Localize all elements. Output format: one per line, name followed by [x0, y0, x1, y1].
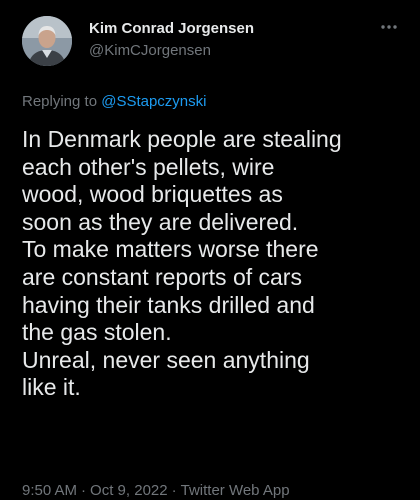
tweet-date[interactable]: Oct 9, 2022 [90, 482, 168, 499]
more-horizontal-icon [381, 25, 397, 29]
tweet-text: In Denmark people are stealing each othe… [22, 126, 412, 402]
tweet-text-line: To make matters worse there [22, 236, 319, 263]
tweet-card: Kim Conrad Jorgensen @KimCJorgensen Repl… [0, 0, 420, 500]
tweet-text-line: soon as they are delivered. [22, 208, 299, 235]
replying-to-label: Replying to [22, 93, 98, 110]
meta-separator: · [171, 482, 177, 499]
avatar-image [22, 16, 72, 66]
avatar[interactable] [22, 16, 72, 66]
tweet-time[interactable]: 9:50 AM [22, 482, 77, 499]
more-options-button[interactable] [376, 17, 402, 37]
replying-to: Replying to @SStapczynski [22, 93, 206, 111]
tweet-text-line: In Denmark people are stealing [22, 126, 342, 152]
tweet-text-line: Unreal, never seen anything [22, 346, 310, 373]
reply-target-link[interactable]: @SStapczynski [101, 93, 206, 110]
tweet-metadata: 9:50 AM · Oct 9, 2022 · Twitter Web App [22, 482, 290, 500]
author-name[interactable]: Kim Conrad Jorgensen [89, 20, 254, 38]
tweet-text-line: like it. [22, 374, 81, 401]
tweet-text-line: wood, wood briquettes as [22, 181, 283, 208]
tweet-text-line: the gas stolen. [22, 319, 172, 346]
tweet-text-line: are constant reports of cars [22, 263, 302, 290]
tweet-text-line: each other's pellets, wire [22, 153, 275, 180]
author-handle[interactable]: @KimCJorgensen [89, 42, 211, 60]
tweet-source[interactable]: Twitter Web App [181, 482, 290, 499]
tweet-text-line: having their tanks drilled and [22, 291, 315, 318]
meta-separator: · [81, 482, 87, 499]
